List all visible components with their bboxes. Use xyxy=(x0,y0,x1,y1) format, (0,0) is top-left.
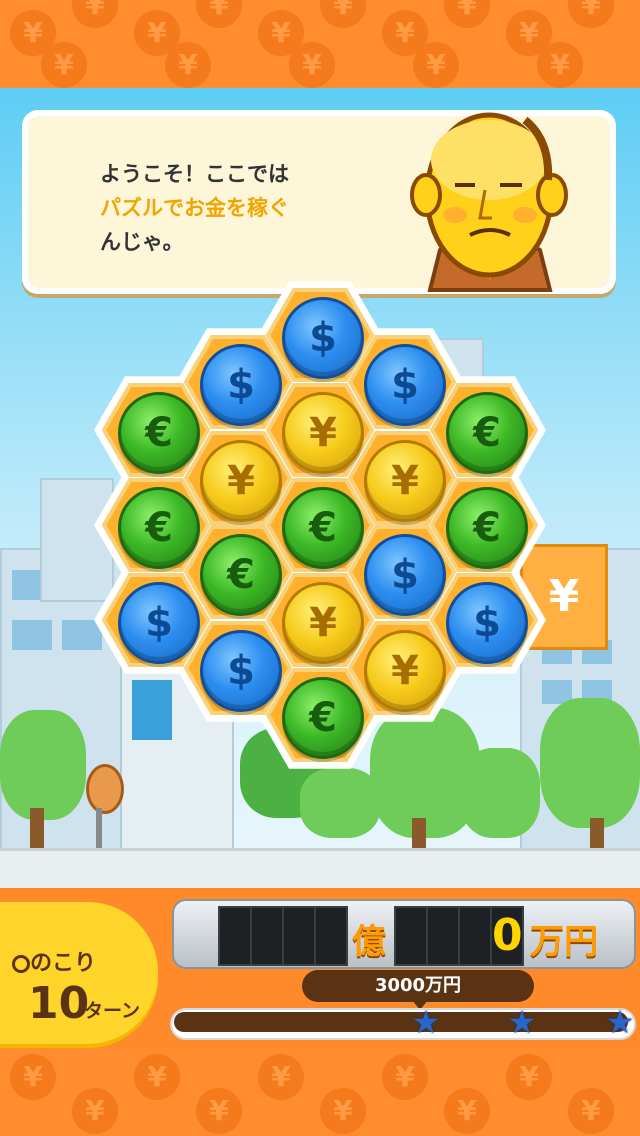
star-icon: ★ xyxy=(411,1003,441,1041)
blue-coin[interactable]: $ xyxy=(364,344,446,426)
oku-unit: 億 xyxy=(352,922,386,962)
yen-icon: ¥ xyxy=(568,1088,614,1134)
yellow-coin[interactable]: ¥ xyxy=(364,440,446,522)
yen-icon: ¥ xyxy=(258,1054,304,1100)
green-coin[interactable]: € xyxy=(446,487,528,569)
money-digit xyxy=(458,906,492,966)
yen-icon: ¥ xyxy=(134,1054,180,1100)
turns-remaining-value: 10 xyxy=(28,978,90,1029)
blue-coin[interactable]: $ xyxy=(118,582,200,664)
man-yen-unit: 万円 xyxy=(530,922,598,962)
blue-coin[interactable]: $ xyxy=(364,534,446,616)
turns-label: のこり xyxy=(12,945,96,977)
yen-icon: ¥ xyxy=(444,1088,490,1134)
star-icon: ★ xyxy=(507,1003,537,1041)
turns-label-text: のこり xyxy=(30,951,97,976)
green-coin[interactable]: € xyxy=(282,487,364,569)
money-digit xyxy=(282,906,316,966)
money-digit xyxy=(250,906,284,966)
money-digit xyxy=(218,906,252,966)
goal-label: 3000万円 xyxy=(302,970,534,1002)
yen-icon: ¥ xyxy=(382,1054,428,1100)
blue-coin[interactable]: $ xyxy=(446,582,528,664)
yellow-coin[interactable]: ¥ xyxy=(200,440,282,522)
green-coin[interactable]: € xyxy=(118,487,200,569)
money-digit xyxy=(314,906,348,966)
bottom-yen-pattern-band: ¥ ¥ ¥ ¥ ¥ ¥ ¥ ¥ ¥ ¥ xyxy=(0,1048,640,1136)
yen-icon: ¥ xyxy=(506,1054,552,1100)
green-coin[interactable]: € xyxy=(200,534,282,616)
yellow-coin[interactable]: ¥ xyxy=(282,392,364,474)
yellow-coin[interactable]: ¥ xyxy=(364,630,446,712)
money-digit xyxy=(426,906,460,966)
yen-icon: ¥ xyxy=(196,1088,242,1134)
green-coin[interactable]: € xyxy=(446,392,528,474)
timer-icon xyxy=(12,955,30,973)
money-digit xyxy=(394,906,428,966)
blue-coin[interactable]: $ xyxy=(282,297,364,379)
yen-icon: ¥ xyxy=(72,1088,118,1134)
turns-unit: ターン xyxy=(84,1000,141,1022)
blue-coin[interactable]: $ xyxy=(200,630,282,712)
progress-bar xyxy=(174,1012,628,1032)
green-coin[interactable]: € xyxy=(282,677,364,759)
money-digit: 0 xyxy=(490,906,524,966)
green-coin[interactable]: € xyxy=(118,392,200,474)
star-icon: ★ xyxy=(605,1003,635,1041)
yen-icon: ¥ xyxy=(10,1054,56,1100)
yellow-coin[interactable]: ¥ xyxy=(282,582,364,664)
yen-icon: ¥ xyxy=(320,1088,366,1134)
blue-coin[interactable]: $ xyxy=(200,344,282,426)
